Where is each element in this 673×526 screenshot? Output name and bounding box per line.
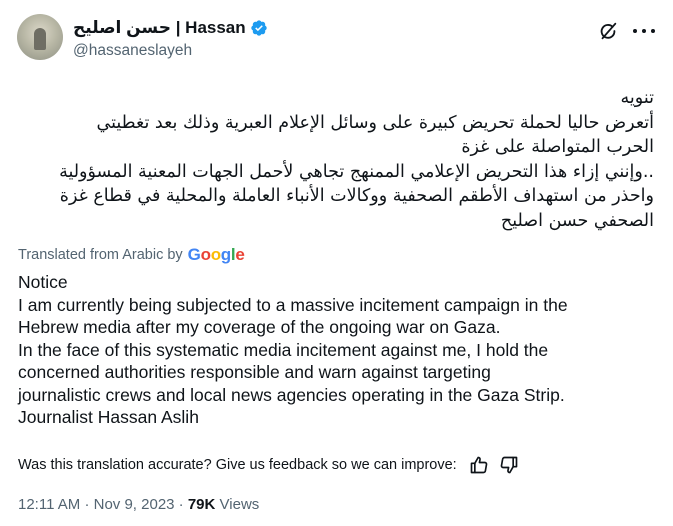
post-time[interactable]: 12:11 AM bbox=[18, 496, 80, 513]
thumbs-down-icon[interactable] bbox=[499, 455, 519, 475]
original-line: أتعرض حاليا لحملة تحريض كبيرة على وسائل … bbox=[96, 112, 654, 133]
more-options-icon[interactable] bbox=[633, 24, 655, 38]
translation-line: I am currently being subjected to a mass… bbox=[18, 294, 568, 315]
author-display-name[interactable]: حسن اصليح | Hassan bbox=[73, 18, 246, 38]
original-line: الصحفي حسن اصليح bbox=[500, 210, 654, 231]
original-line: واحذر من استهداف الأطقم الصحفية ووكالات … bbox=[59, 186, 654, 206]
more-dot bbox=[642, 29, 646, 33]
more-dot bbox=[651, 29, 655, 33]
original-line: الحرب المتواصلة على غزة bbox=[461, 137, 654, 157]
translated-post-text: Notice I am currently being subjected to… bbox=[18, 271, 658, 429]
post-header: حسن اصليح | Hassan @hassaneslayeh bbox=[17, 14, 657, 66]
translation-line: In the face of this systematic media inc… bbox=[18, 339, 549, 360]
original-line: تنويه bbox=[620, 88, 654, 108]
translation-line: concerned authorities responsible and wa… bbox=[18, 362, 491, 382]
translation-line: Hebrew media after my coverage of the on… bbox=[18, 317, 501, 337]
translation-line: journalistic crews and local news agenci… bbox=[18, 384, 565, 405]
avatar[interactable] bbox=[17, 14, 63, 60]
avatar-figure bbox=[34, 28, 46, 50]
translation-feedback: Was this translation accurate? Give us f… bbox=[18, 455, 519, 475]
feedback-prompt: Was this translation accurate? Give us f… bbox=[18, 457, 457, 473]
more-dot bbox=[633, 29, 637, 33]
author-name-row[interactable]: حسن اصليح | Hassan bbox=[73, 18, 268, 38]
post-date[interactable]: Nov 9, 2023 bbox=[94, 496, 175, 513]
views-count: 79K bbox=[187, 496, 220, 513]
views-label: Views bbox=[219, 496, 260, 513]
author-handle[interactable]: @hassaneslayeh bbox=[73, 42, 192, 60]
post-meta: 12:11 AM · Nov 9, 2023 · 79K Views bbox=[18, 496, 259, 513]
google-logo: Google bbox=[187, 245, 245, 264]
translation-attribution[interactable]: Translated from Arabic by Google bbox=[18, 245, 245, 265]
meta-separator: · bbox=[84, 496, 94, 513]
meta-separator: · bbox=[178, 496, 188, 513]
translation-line: Notice bbox=[18, 272, 68, 292]
original-line: ..وإنني إزاء هذا التحريض الإعلامي الممنه… bbox=[59, 161, 654, 182]
translation-line: Journalist Hassan Aslih bbox=[18, 407, 199, 427]
verified-badge-icon bbox=[250, 20, 267, 36]
original-post-text: تنويه أتعرض حاليا لحملة تحريض كبيرة على … bbox=[14, 86, 654, 233]
grok-icon[interactable] bbox=[597, 20, 619, 42]
thumbs-up-icon[interactable] bbox=[469, 455, 489, 475]
translated-by-label: Translated from Arabic by bbox=[18, 247, 183, 263]
